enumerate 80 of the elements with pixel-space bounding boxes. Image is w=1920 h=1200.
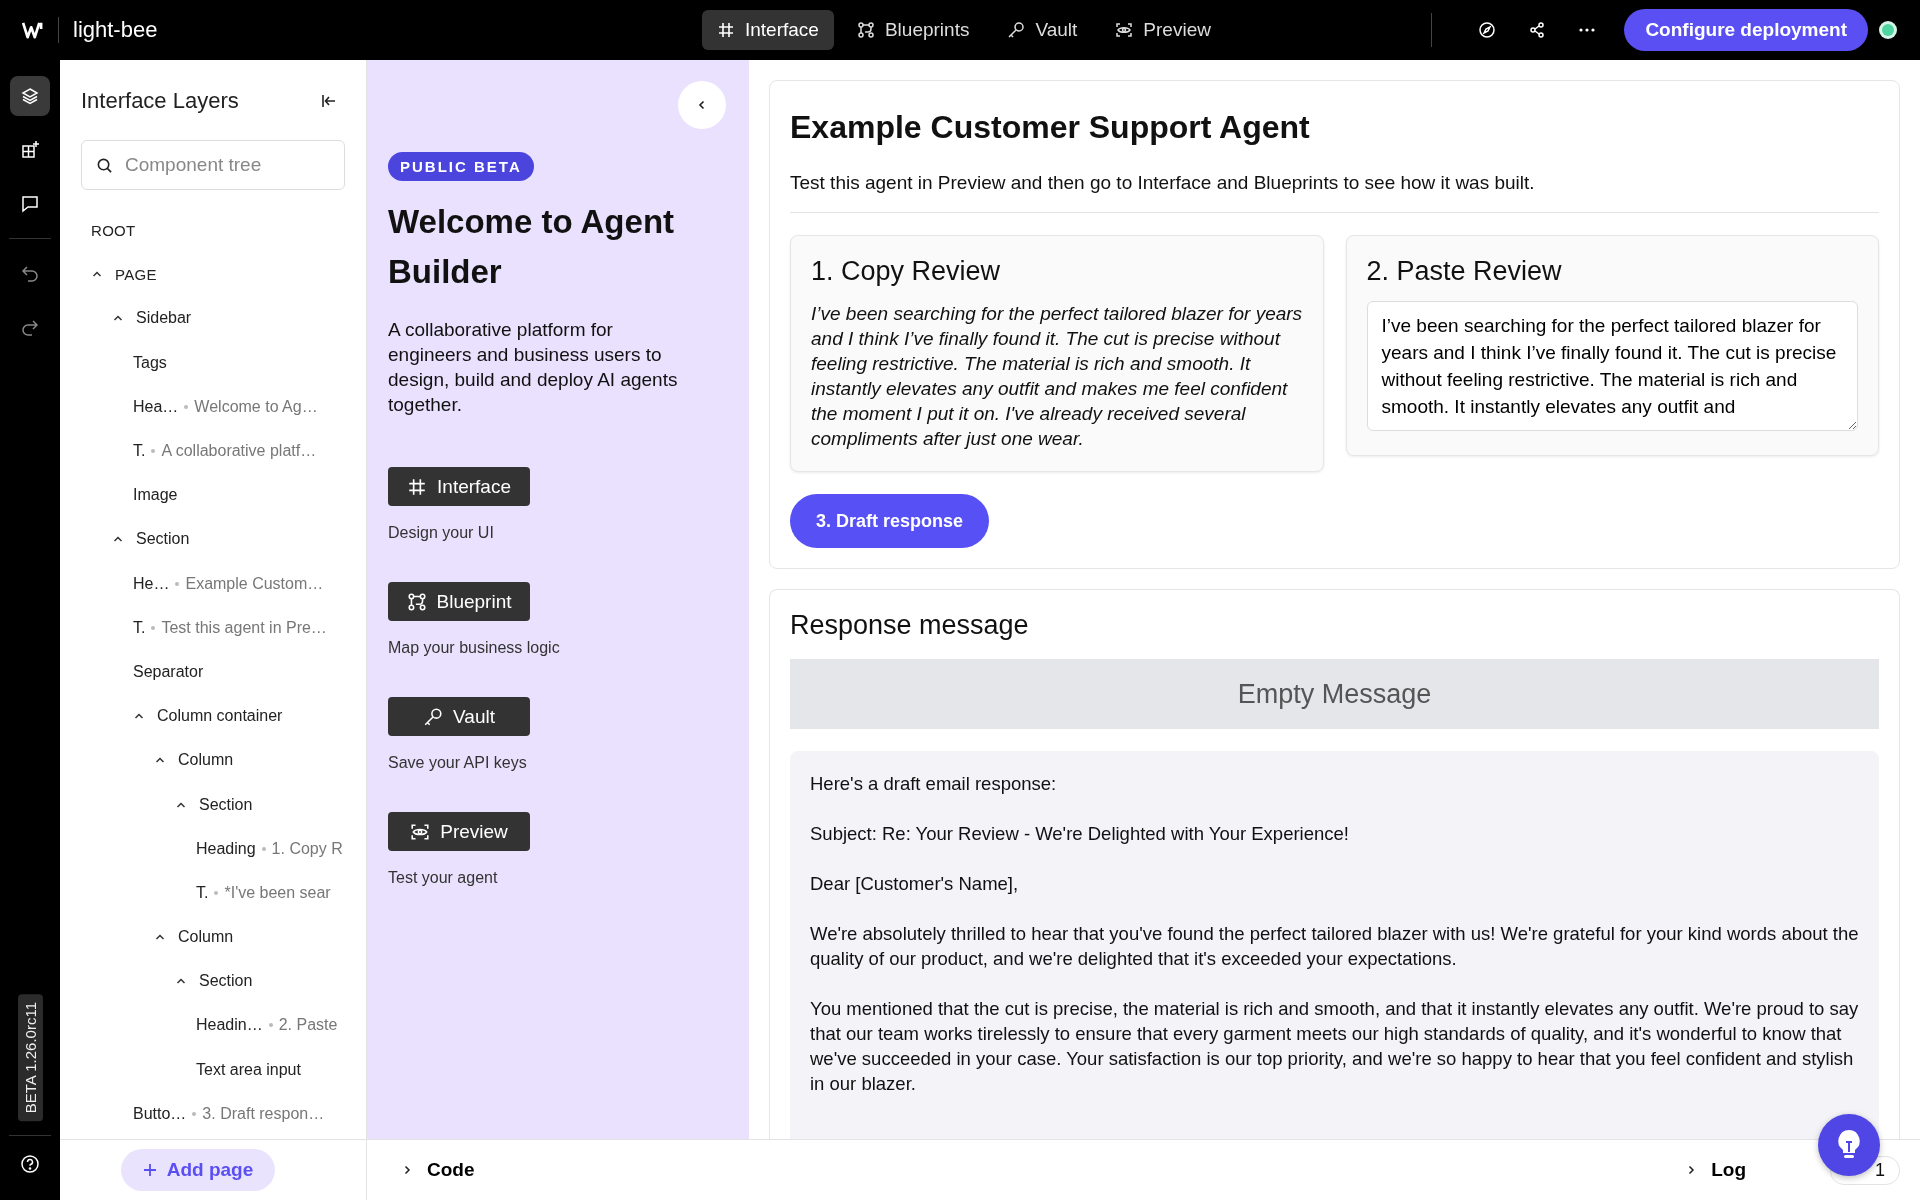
- logo-icon: [22, 21, 44, 39]
- nav-tab[interactable]: Interface: [702, 10, 834, 50]
- message-paragraph: We're absolutely thrilled to hear that you've found the perfect tailored blazer with us! We're grateful for your kind words about the quality of our product, and we're delighted that it's exceeded your expectations.: [810, 922, 1859, 971]
- tree-item[interactable]: Section: [91, 782, 366, 827]
- tree-item[interactable]: Headin… 2. Paste: [91, 1003, 366, 1048]
- tree-item[interactable]: Hea… Welcome to Ag…: [91, 384, 366, 429]
- project-name: light-bee: [73, 17, 158, 43]
- tree-item[interactable]: ROOT: [91, 208, 366, 253]
- status-dot-icon: [1878, 20, 1898, 40]
- agent-subtitle: Test this agent in Preview and then go to Interface and Blueprints to see how it was built.: [790, 172, 1536, 194]
- nodes-icon: [856, 21, 875, 39]
- agent-title: Example Customer Support Agent: [790, 109, 1311, 146]
- tree-item[interactable]: T. A collaborative platf…: [91, 428, 366, 474]
- feature-button[interactable]: Interface: [388, 467, 530, 506]
- tree-item[interactable]: Tags: [91, 340, 366, 385]
- search-field[interactable]: Component tree: [81, 140, 345, 190]
- version-badge: BETA 1.26.0rc11: [17, 993, 43, 1121]
- review-text: I’ve been searching for the perfect tailored blazer for years and I think I’ve finally found it. The cut is precise without feeling restrictive. The material is rich and smooth. It instantly elevates any outfit and makes me feel confident the moment I put it on. I've already received several compliments after just one wear.: [811, 302, 1303, 451]
- feature-button[interactable]: Vault: [388, 697, 530, 736]
- key-icon: [1007, 21, 1026, 39]
- message-paragraph: Subject: Re: Your Review - We're Delighted with Your Experience!: [810, 822, 1350, 846]
- feature-caption: Test your agent: [388, 869, 498, 887]
- compass-icon[interactable]: [1478, 21, 1497, 39]
- empty-message-text: Empty Message: [1237, 678, 1432, 710]
- response-title: Response message: [790, 610, 1030, 641]
- message-paragraph: You mentioned that the cut is precise, the material is rich and smooth, and that it instantly elevates any outfit. We're proud to say that our team works tirelessly to ensure that every garment meets our high standards of quality, and it's wonderful to know that we've succeeded in your case. Your satisfaction is our top priority, and we're so happy to hear that you feel confident and stylish in our blazer.: [810, 997, 1859, 1096]
- panel-title: Interface Layers: [81, 88, 239, 114]
- share-icon[interactable]: [1528, 21, 1547, 39]
- tree-item[interactable]: Image: [91, 473, 366, 518]
- tree-item[interactable]: Column container: [91, 694, 366, 739]
- layers-icon: [20, 86, 40, 106]
- collapse-panel-icon[interactable]: [320, 92, 338, 110]
- tree-item[interactable]: PAGE: [91, 252, 366, 297]
- tree-item[interactable]: Heading 1. Copy R: [91, 826, 366, 871]
- feature-caption: Map your business logic: [388, 639, 560, 657]
- welcome-title: Welcome to Agent Builder: [388, 202, 676, 292]
- eye-icon: [1115, 21, 1134, 39]
- nav-tab[interactable]: Preview: [1100, 10, 1226, 50]
- log-toggle[interactable]: Log: [1679, 1153, 1752, 1187]
- message-paragraph: Dear [Customer's Name],: [810, 872, 1020, 896]
- tree-item[interactable]: Butto… 3. Draft respon…: [91, 1091, 366, 1136]
- tree-item[interactable]: Column: [91, 915, 366, 960]
- plus-icon: [142, 1163, 157, 1177]
- review-textarea[interactable]: I’ve been searching for the perfect tailored blazer for years and I think I’ve finally found it. The cut is precise without feeling restrictive. The material is rich and smooth. It instantly elevates any outfit and: [1366, 301, 1858, 431]
- message-paragraph: Here's a draft email response:: [810, 772, 1058, 796]
- feature-button[interactable]: Preview: [388, 812, 530, 851]
- tree-item[interactable]: Column: [91, 738, 366, 783]
- tree-item[interactable]: T. *I've been sear: [91, 870, 366, 915]
- nodes-icon: [406, 591, 427, 612]
- section-heading: 1. Copy Review: [811, 256, 1002, 287]
- grid-icon: [717, 21, 735, 39]
- nav-tab[interactable]: Blueprints: [841, 10, 985, 50]
- tree-item[interactable]: Separator: [91, 649, 366, 695]
- add-component-icon: [20, 140, 40, 160]
- code-toggle[interactable]: Code: [395, 1153, 481, 1187]
- feature-caption: Design your UI: [388, 524, 494, 542]
- undo-icon: [20, 263, 40, 283]
- feature-caption: Save your API keys: [388, 754, 527, 772]
- tree-item[interactable]: T. Test this agent in Pre…: [91, 605, 366, 650]
- tree-item[interactable]: He… Example Custom…: [91, 561, 366, 606]
- section-heading: 2. Paste Review: [1366, 256, 1563, 287]
- search-icon: [96, 156, 113, 174]
- add-page-button[interactable]: Add page: [120, 1149, 276, 1191]
- configure-deployment-button[interactable]: Configure deployment: [1624, 9, 1868, 51]
- more-icon[interactable]: [1578, 27, 1597, 33]
- layers-button[interactable]: [10, 76, 50, 116]
- nav-tab[interactable]: Vault: [992, 10, 1093, 50]
- help-icon[interactable]: [20, 1154, 40, 1174]
- tree-item[interactable]: Section: [91, 517, 366, 562]
- beta-badge: PUBLIC BETA: [388, 152, 534, 181]
- grid-icon: [407, 476, 428, 497]
- redo-icon: [20, 317, 40, 337]
- tree-item[interactable]: Text area input: [91, 1047, 366, 1092]
- key-icon: [423, 706, 444, 727]
- feature-button[interactable]: Blueprint: [388, 582, 530, 621]
- welcome-description: A collaborative platform for engineers and business users to design, build and deploy AI agents together.: [388, 318, 679, 417]
- comment-icon: [20, 194, 40, 214]
- tree-item[interactable]: Sidebar: [91, 296, 366, 341]
- draft-response-button[interactable]: 3. Draft response: [790, 494, 990, 548]
- tree-item[interactable]: Section: [91, 959, 366, 1004]
